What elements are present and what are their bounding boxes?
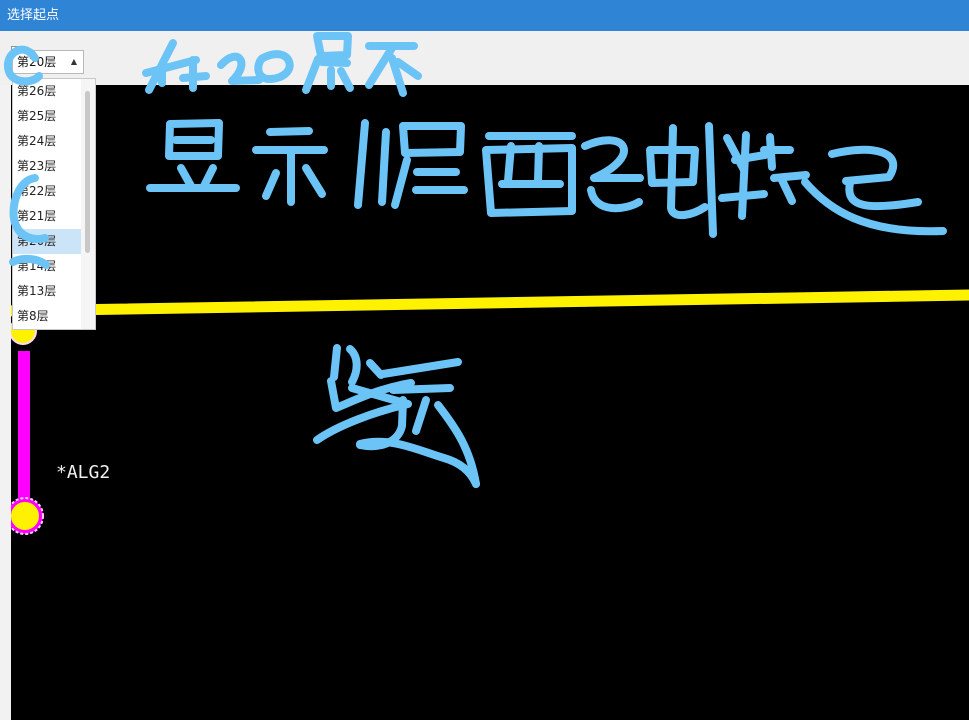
net-label: *ALG2 [56,462,111,483]
select-start-window: 选择起点 *ALG2 第20层 ▲ 第26层 第25层 第24层 第23层 第2… [0,0,969,720]
dropdown-scrollbar[interactable] [81,79,95,329]
pcb-canvas[interactable]: *ALG2 [11,85,969,720]
toolbar [0,31,969,85]
layer-option[interactable]: 第23层 [13,154,83,179]
layer-option[interactable]: 第14层 [13,254,83,279]
layer-option[interactable]: 第26层 [13,79,83,104]
layer-dropdown[interactable]: 第26层 第25层 第24层 第23层 第22层 第21层 第20层 第14层 … [12,78,96,330]
layer-option[interactable]: 第25层 [13,104,83,129]
chevron-up-icon: ▲ [70,57,77,66]
pcb-drawing [11,289,969,535]
layer-option[interactable]: 第13层 [13,279,83,304]
window-title: 选择起点 [0,0,969,31]
layer-select[interactable]: 第20层 ▲ [12,50,84,74]
layer-option-list: 第26层 第25层 第24层 第23层 第22层 第21层 第20层 第14层 … [13,79,83,329]
layer-option[interactable]: 第8层 [13,304,83,329]
horizontal-trace[interactable] [11,289,969,317]
left-panel-strip [0,85,11,720]
bottom-via[interactable] [11,498,43,534]
layer-option[interactable]: 第24层 [13,129,83,154]
layer-select-value: 第20层 [17,55,57,69]
scrollbar-thumb[interactable] [85,91,90,253]
layer-option-selected[interactable]: 第20层 [13,229,83,254]
layer-option[interactable]: 第22层 [13,179,83,204]
layer-option[interactable]: 第21层 [13,204,83,229]
